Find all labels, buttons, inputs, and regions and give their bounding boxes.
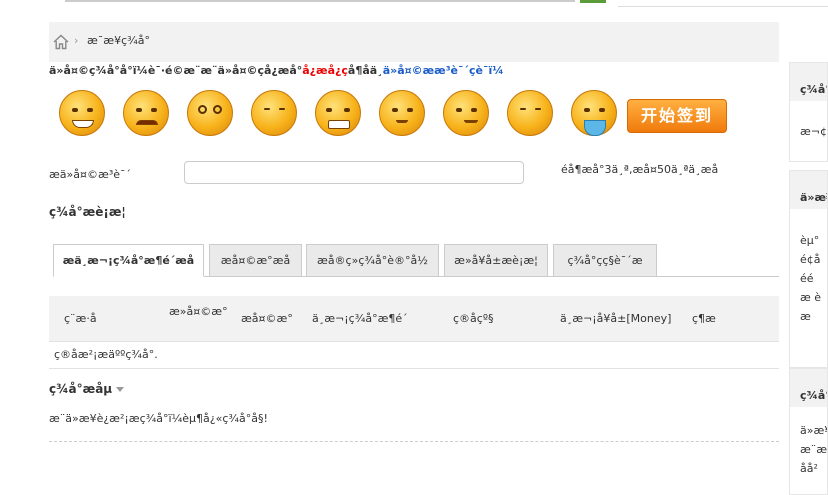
sad-face-icon[interactable] [117, 82, 173, 148]
crying-face-icon[interactable] [565, 82, 621, 148]
chevron-down-icon[interactable] [116, 387, 125, 392]
breadcrumb-separator: › [74, 34, 79, 47]
notice-suffix: ä»å¤©ææ³è¯´çè¯ï¼ [382, 64, 504, 77]
empty-table-message: ç®åæ²¡æäººç­¾å°. [54, 348, 158, 361]
stats-title-text: ç­¾å°æåµ [49, 382, 113, 396]
shy-face-icon[interactable] [501, 82, 557, 148]
ranking-tabs: æä¸æ¬¡ç­¾å°æ¶é´æå æå¤©æ°æå æå®ç»­ç­¾å°è®… [53, 244, 779, 277]
signin-stats-text: æ¨ä»æ¥è¿æ²¡æç­¾å°ï¼èµ¶å¿«ç­¾å°å§! [49, 412, 268, 425]
top-search-edge [65, 0, 575, 2]
angry-face-icon[interactable] [309, 82, 365, 148]
sidebar-panel-line: èµ° [800, 234, 820, 247]
tab-reward-ranking[interactable]: æ»å¥å±æè¡æ¦ [444, 244, 548, 277]
smirk-face-icon[interactable] [437, 82, 493, 148]
table-divider [49, 368, 779, 369]
sidebar-panel-line: æ è [800, 291, 822, 304]
right-sidebar: ç­¾å° æ¬¢è¿ ä»æ¥ èµ° é¢å éé æ è æ ç­¾å° … [789, 22, 828, 495]
column-status: ç¶æ [692, 312, 716, 325]
column-month-days: æå¤©æ° [241, 312, 293, 325]
top-green-button-edge[interactable] [580, 0, 606, 3]
mood-label: æä»å¤©æ³è¯´ [49, 168, 131, 181]
signin-notice: ä»å¤©ç­¾å°å°ï¼è¯·é©æ¨æ¨ä»å¤©çå¿æå°å¿æå¿ç… [49, 64, 504, 77]
sidebar-panel-line: æ¨æ¥ [800, 443, 828, 456]
ranking-table-header: ç¨æ·å æ»å¤©æ° æå¤©æ° ä¸æ¬¡ç­¾å°æ¶é´ ç®åç… [49, 296, 779, 342]
column-total-days: æ»å¤©æ° [169, 305, 228, 318]
top-right-line [618, 6, 828, 7]
breadcrumb: › æ¯æ¥ç­¾å° [49, 22, 779, 62]
start-signin-button[interactable]: 开始签到 [627, 99, 727, 133]
column-last-signin: ä¸æ¬¡ç­¾å°æ¶é´ [312, 312, 408, 325]
notice-prefix: ä»å¤©ç­¾å°å°ï¼è¯·é©æ¨æ¨ä»å¤©çå¿æå° [49, 64, 303, 77]
dizzy-face-icon[interactable] [181, 82, 237, 148]
sidebar-panel-title: ç­¾å° [790, 369, 827, 407]
breadcrumb-current[interactable]: æ¯æ¥ç­¾å° [87, 34, 150, 47]
column-username: ç¨æ·å [64, 312, 97, 325]
sidebar-panel-signin: ç­¾å° æ¬¢è¿ [789, 62, 828, 162]
sidebar-panel-title: ä»æ¥ [790, 171, 827, 209]
tab-consecutive-record[interactable]: æå®ç»­ç­¾å°è®°å½ [306, 244, 439, 277]
sidebar-panel-title: ç­¾å° [790, 63, 827, 101]
mood-length-hint: éå¶æå°3ä¸ª,æå¤50ä¸ªä¸æå­ [561, 163, 719, 176]
column-last-reward: ä¸æ¬¡å¥å±[Money] [560, 312, 672, 325]
sidebar-panel-line: éé [800, 272, 814, 285]
dashed-divider [49, 441, 779, 442]
mood-input[interactable] [184, 161, 524, 184]
notice-mood-word: å¿æå¿ç [302, 64, 348, 77]
sidebar-panel-line: ä»æ¥ [800, 424, 827, 437]
ranking-section-title: ç­¾å°æè¡æ¦ [49, 205, 126, 219]
sidebar-panel-line: é¢å [800, 253, 821, 266]
grinning-face-icon[interactable] [53, 82, 109, 148]
tab-last-signin-time[interactable]: æä¸æ¬¡ç­¾å°æ¶é´æå [53, 244, 204, 277]
home-icon[interactable] [52, 33, 70, 51]
sidebar-panel-line: æ¬¢è¿ [800, 125, 828, 138]
tab-signin-rules[interactable]: ç­¾å°çç§è¯´æ [553, 244, 657, 277]
sidebar-panel-line: æ [800, 310, 811, 323]
sidebar-panel-line: åå² [800, 462, 818, 475]
sweat-face-icon[interactable] [373, 82, 429, 148]
sleepy-face-icon[interactable] [245, 82, 301, 148]
tab-total-days[interactable]: æå¤©æ°æå [209, 244, 302, 277]
notice-middle: å¶åä¸ [347, 64, 383, 77]
top-bar [0, 0, 828, 8]
sidebar-panel-today: ä»æ¥ èµ° é¢å éé æ è æ [789, 170, 828, 368]
column-current-level: ç®åçº§ [453, 312, 494, 325]
main-content: › æ¯æ¥ç­¾å° ä»å¤©ç­¾å°å°ï¼è¯·é©æ¨æ¨ä»å¤©… [49, 22, 779, 495]
sidebar-panel-signin-stats: ç­¾å° ä»æ¥ æ¨æ¥ åå² [789, 368, 828, 495]
signin-stats-title[interactable]: ç­¾å°æåµ [49, 382, 125, 396]
